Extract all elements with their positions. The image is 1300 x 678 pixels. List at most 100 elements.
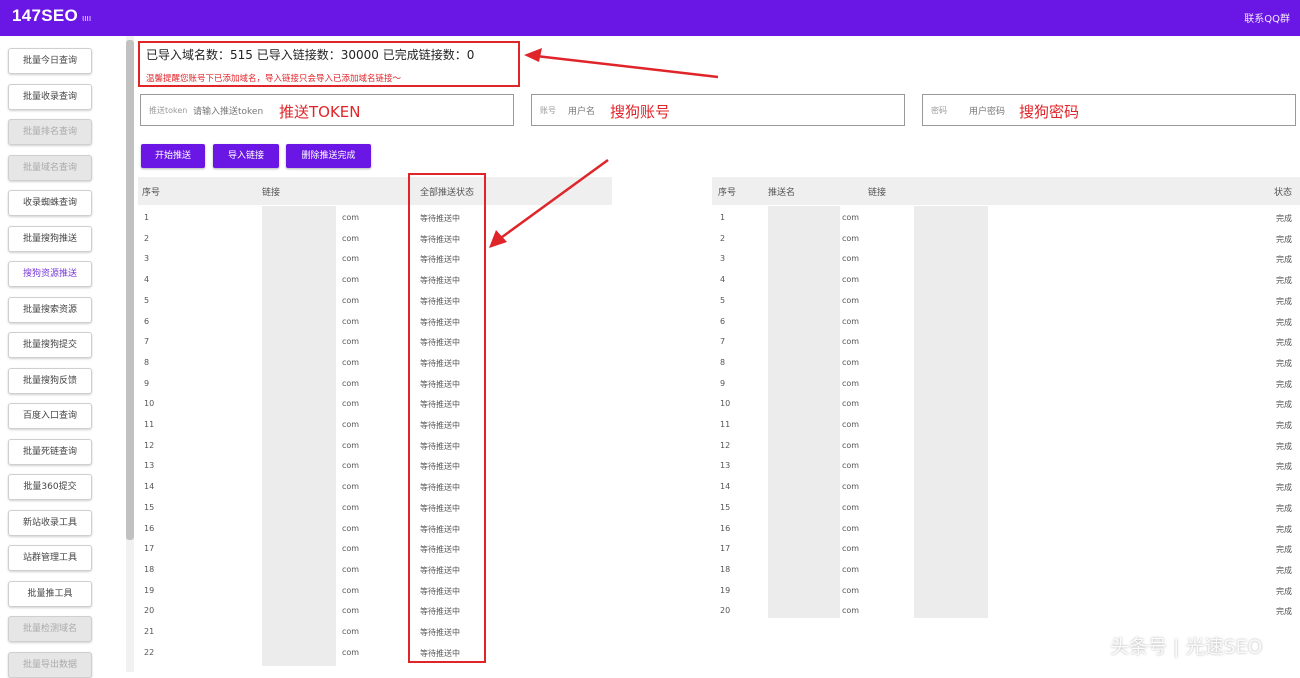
- sidebar-item-8[interactable]: 批量搜索资源: [8, 296, 92, 323]
- row-status: 完成: [1276, 483, 1292, 493]
- row-link: com: [842, 213, 860, 222]
- sidebar-item-4[interactable]: 批量域名查询: [8, 154, 92, 181]
- sidebar-item-6[interactable]: 批量搜狗推送: [8, 225, 92, 252]
- row-link: com: [842, 482, 860, 492]
- left-table-row: 3 com 等待推送中: [138, 250, 612, 270]
- sidebar-item-5[interactable]: 收录蜘蛛查询: [8, 190, 92, 216]
- row-status: 完成: [1276, 607, 1292, 617]
- row-link: com: [342, 378, 360, 388]
- right-table-row: 9 com 完成: [712, 375, 1300, 395]
- row-link: com: [342, 420, 360, 429]
- left-table-row: 10 com 等待推送中: [138, 395, 612, 415]
- row-index: 2: [720, 233, 726, 243]
- left-col-link: 链接: [262, 188, 281, 198]
- left-table-row: 17 com 等待推送中: [138, 540, 612, 560]
- sidebar-item-18[interactable]: 批量导出数据: [8, 651, 92, 678]
- top-bar: 147SEO ιιιι 联系QQ群: [0, 0, 1300, 36]
- row-link: com: [342, 233, 360, 243]
- row-index: 1: [720, 213, 726, 222]
- sidebar-item-1[interactable]: 批量今日查询: [8, 48, 92, 74]
- row-index: 15: [144, 502, 155, 512]
- left-table-row: 16 com 等待推送中: [138, 520, 612, 540]
- row-status: 完成: [1276, 379, 1292, 389]
- start-push-button[interactable]: 开始推送: [141, 144, 205, 168]
- sidebar-item-10[interactable]: 批量搜狗反馈: [8, 367, 92, 394]
- row-link: com: [342, 523, 360, 533]
- right-table-row: 18 com 完成: [712, 561, 1300, 581]
- left-table-row: 1 com 等待推送中: [138, 209, 612, 229]
- right-table-header: 序号 推送名 链接 状态: [712, 177, 1300, 205]
- right-table-row: 10 com 完成: [712, 395, 1300, 415]
- left-table-row: 6 com 等待推送中: [138, 313, 612, 333]
- right-table-row: 2 com 完成: [712, 230, 1300, 250]
- left-table-row: 22 com 等待推送中: [138, 644, 612, 664]
- sidebar-item-2[interactable]: 批量收录查询: [8, 83, 92, 110]
- password-field[interactable]: 密码 用户密码 搜狗密码: [922, 94, 1296, 126]
- row-index: 19: [144, 585, 155, 595]
- row-link: com: [342, 275, 360, 285]
- row-status: 完成: [1276, 586, 1292, 596]
- contact-link[interactable]: 联系QQ群: [1244, 10, 1290, 25]
- row-link: com: [342, 627, 360, 636]
- delete-completed-button[interactable]: 删除推送完成: [286, 144, 371, 168]
- sidebar-item-15[interactable]: 站群管理工具: [8, 545, 92, 571]
- row-index: 16: [144, 523, 155, 533]
- right-table-row: 15 com 完成: [712, 499, 1300, 519]
- right-table-row: 5 com 完成: [712, 292, 1300, 312]
- sidebar-item-12[interactable]: 批量死链查询: [8, 438, 92, 465]
- sidebar-item-17[interactable]: 批量检测域名: [8, 616, 92, 642]
- sidebar-item-7[interactable]: 搜狗资源推送: [8, 261, 92, 287]
- right-table-row: 3 com 完成: [712, 250, 1300, 270]
- sidebar-item-16[interactable]: 批量推工具: [8, 580, 92, 607]
- status-column-highlight: [408, 173, 486, 663]
- sidebar-item-9[interactable]: 批量搜狗提交: [8, 332, 92, 358]
- push-token-field[interactable]: 推送token 请输入推送token 推送TOKEN: [140, 94, 514, 126]
- row-status: 完成: [1276, 317, 1292, 327]
- row-link: com: [842, 275, 860, 285]
- left-col-index: 序号: [142, 188, 161, 198]
- row-link: com: [842, 357, 860, 367]
- row-status: 完成: [1276, 545, 1292, 555]
- row-index: 11: [720, 420, 731, 429]
- row-status: 完成: [1276, 503, 1292, 513]
- account-placeholder: 用户名: [568, 107, 596, 117]
- row-link: com: [342, 254, 360, 264]
- left-table-row: 19 com 等待推送中: [138, 582, 612, 602]
- row-link: com: [342, 295, 360, 305]
- row-index: 3: [144, 254, 150, 264]
- row-index: 20: [144, 606, 155, 616]
- row-status: 完成: [1276, 421, 1292, 430]
- sidebar-item-11[interactable]: 百度入口查询: [8, 403, 92, 429]
- row-status: 完成: [1276, 565, 1292, 575]
- row-index: 7: [720, 337, 726, 347]
- sidebar-item-3[interactable]: 批量排名查询: [8, 119, 92, 145]
- left-table-row: 20 com 等待推送中: [138, 602, 612, 622]
- right-table-row: 19 com 完成: [712, 582, 1300, 602]
- row-index: 13: [144, 461, 155, 471]
- row-link: com: [842, 254, 860, 264]
- sidebar-item-14[interactable]: 新站收录工具: [8, 509, 92, 536]
- row-link: com: [342, 585, 360, 595]
- right-col-status: 状态: [1274, 188, 1293, 198]
- sidebar-item-13[interactable]: 批量360提交: [8, 474, 92, 500]
- row-link: com: [342, 337, 360, 347]
- row-index: 22: [144, 647, 155, 657]
- row-link: com: [842, 316, 860, 326]
- row-index: 7: [144, 337, 150, 347]
- row-index: 6: [144, 316, 150, 326]
- left-table-row: 2 com 等待推送中: [138, 230, 612, 250]
- row-index: 17: [720, 544, 731, 554]
- import-stats: 已导入域名数：515 已导入链接数：30000 已完成链接数：0: [146, 48, 475, 62]
- row-link: com: [842, 585, 860, 595]
- sidebar-scroll-thumb[interactable]: [126, 40, 134, 540]
- row-index: 14: [144, 482, 155, 492]
- row-index: 16: [720, 523, 731, 533]
- account-field[interactable]: 账号 用户名 搜狗账号: [531, 94, 905, 126]
- import-links-button[interactable]: 导入链接: [213, 144, 279, 168]
- row-index: 9: [720, 378, 726, 388]
- right-table-row: 6 com 完成: [712, 313, 1300, 333]
- left-table-row: 7 com 等待推送中: [138, 333, 612, 353]
- row-status: 完成: [1276, 338, 1292, 348]
- row-index: 14: [720, 482, 731, 492]
- account-annotation: 搜狗账号: [610, 103, 671, 121]
